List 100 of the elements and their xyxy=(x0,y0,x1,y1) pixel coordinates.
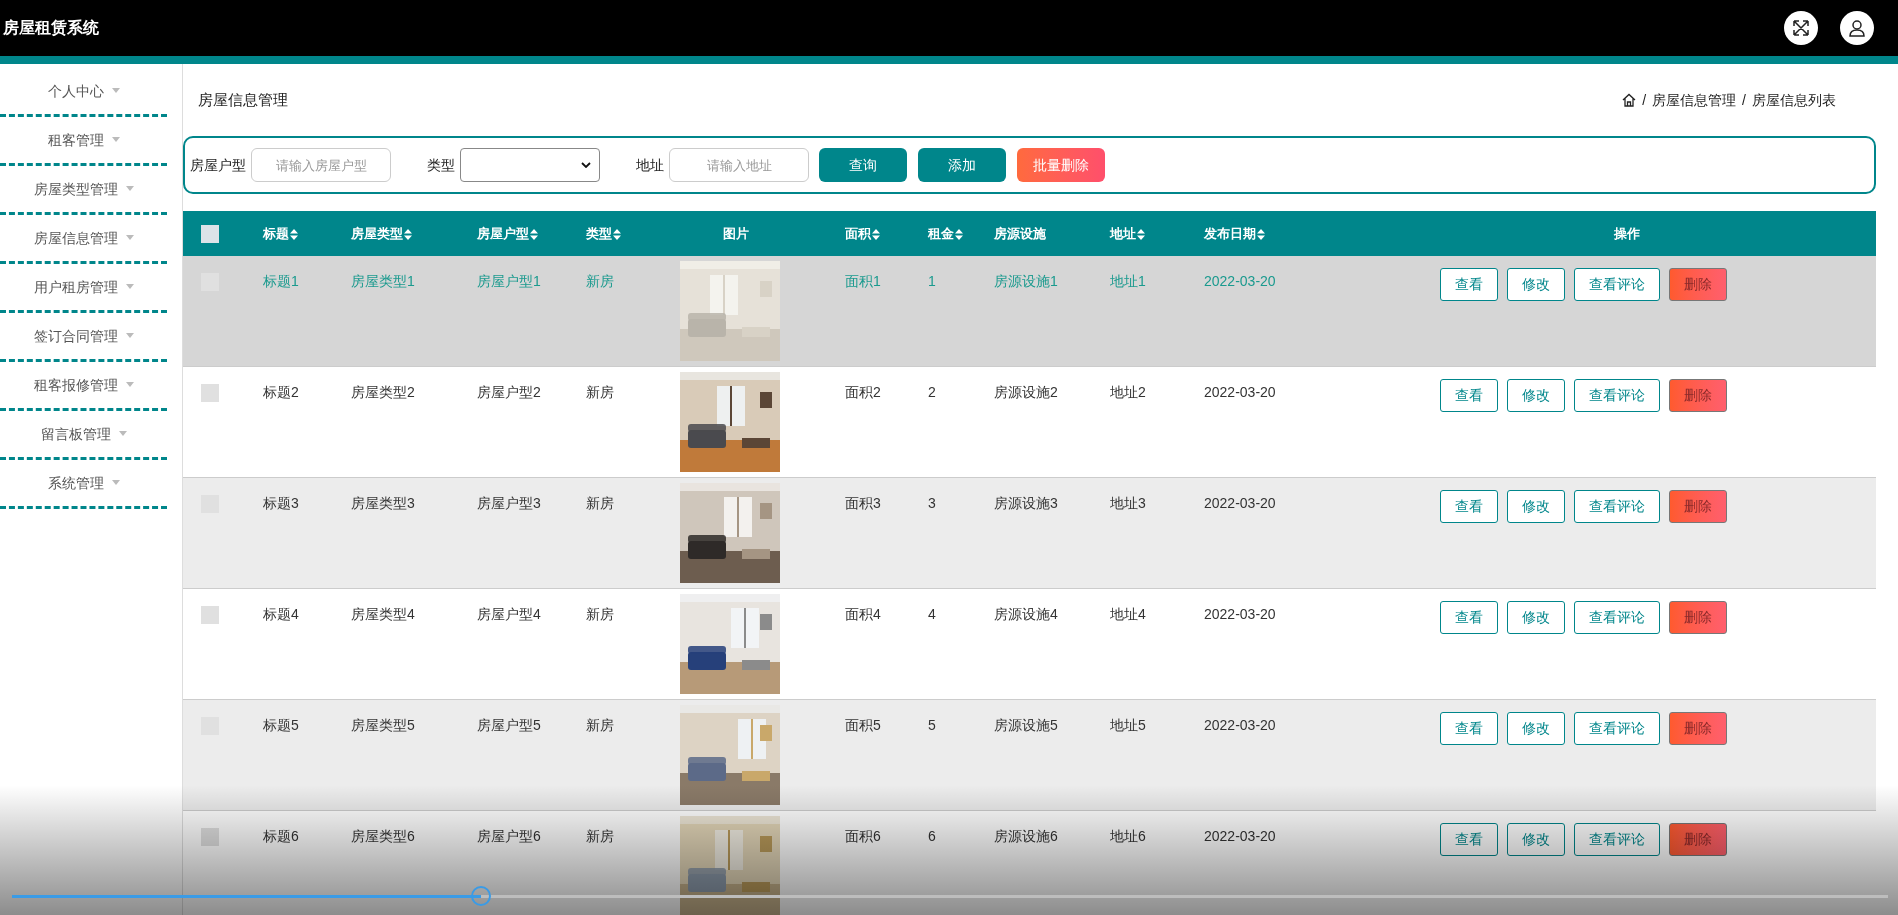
action-button[interactable]: 修改 xyxy=(1507,712,1565,745)
table-cell: 2022-03-20 xyxy=(1204,717,1276,733)
column-header[interactable]: 租金 xyxy=(928,225,963,241)
table-cell: 房屋类型1 xyxy=(351,273,415,289)
sort-icon[interactable] xyxy=(1257,228,1265,240)
column-header[interactable]: 房屋类型 xyxy=(351,225,412,241)
table-cell: 面积3 xyxy=(845,495,881,511)
table-cell: 1 xyxy=(928,273,936,289)
table-cell: 新房 xyxy=(586,828,614,844)
table-cell: 房屋类型5 xyxy=(351,717,415,733)
input-field[interactable]: 请输入房屋户型 xyxy=(251,148,391,182)
delete-button[interactable]: 删除 xyxy=(1669,712,1727,745)
sidebar-item[interactable]: 租客报修管理 xyxy=(33,374,134,396)
progress-thumb[interactable] xyxy=(471,886,491,906)
delete-button[interactable]: 删除 xyxy=(1669,823,1727,856)
delete-button[interactable]: 删除 xyxy=(1669,268,1727,301)
action-button[interactable]: 查看评论 xyxy=(1574,823,1660,856)
sidebar-item[interactable]: 系统管理 xyxy=(47,472,120,494)
progress-track[interactable] xyxy=(12,886,1888,906)
user-icon[interactable] xyxy=(1840,11,1874,45)
action-button[interactable]: 查看 xyxy=(1440,712,1498,745)
action-button[interactable]: 修改 xyxy=(1507,601,1565,634)
table-cell: 新房 xyxy=(586,717,614,733)
fullscreen-icon[interactable] xyxy=(1784,11,1818,45)
action-button[interactable]: 查看 xyxy=(1440,601,1498,634)
action-button[interactable]: 修改 xyxy=(1507,823,1565,856)
table-row[interactable]: 标题3 房屋类型3 房屋户型3 新房 面积3 3 房源设施3 地址3 2022-03-20 查看 修改 查看评论 删除 xyxy=(183,478,1876,589)
sidebar-item[interactable]: 房屋信息管理 xyxy=(33,227,134,249)
app-title: 房屋租赁系统 xyxy=(3,18,99,38)
sidebar-item[interactable]: 租客管理 xyxy=(47,129,120,151)
checkbox[interactable] xyxy=(201,606,219,624)
column-header[interactable]: 面积 xyxy=(845,225,880,241)
sidebar-item[interactable]: 签订合同管理 xyxy=(33,325,134,347)
table-cell: 地址1 xyxy=(1110,273,1146,289)
sort-icon[interactable] xyxy=(1137,228,1145,240)
column-header[interactable]: 标题 xyxy=(263,225,298,241)
action-button[interactable]: 查看评论 xyxy=(1574,268,1660,301)
action-button[interactable]: 查看评论 xyxy=(1574,601,1660,634)
action-button[interactable]: 查询 xyxy=(819,148,907,182)
table-cell: 标题1 xyxy=(263,273,299,289)
breadcrumb-item[interactable]: 房屋信息管理 xyxy=(1652,89,1737,111)
breadcrumb-item: 房屋信息列表 xyxy=(1752,90,1836,110)
sidebar-item[interactable]: 房屋类型管理 xyxy=(33,178,134,200)
breadcrumb-separator: / xyxy=(1742,90,1746,110)
column-header: 房源设施 xyxy=(994,225,1046,241)
column-header: 操作 xyxy=(1614,225,1640,241)
checkbox[interactable] xyxy=(201,224,219,243)
table-cell: 房源设施3 xyxy=(994,495,1058,511)
sort-icon[interactable] xyxy=(613,228,621,240)
table-cell: 房屋户型1 xyxy=(477,273,541,289)
sidebar-item[interactable]: 用户租房管理 xyxy=(33,276,134,298)
select-field[interactable] xyxy=(460,148,600,182)
column-header[interactable]: 发布日期 xyxy=(1204,225,1265,241)
column-header[interactable]: 地址 xyxy=(1110,225,1145,241)
table-cell: 房屋户型3 xyxy=(477,495,541,511)
table-cell: 新房 xyxy=(586,273,614,289)
table-cell: 面积2 xyxy=(845,384,881,400)
action-button[interactable]: 修改 xyxy=(1507,490,1565,523)
action-button[interactable]: 查看 xyxy=(1440,823,1498,856)
caret-icon xyxy=(125,234,134,240)
table-cell: 2022-03-20 xyxy=(1204,384,1276,400)
sort-icon[interactable] xyxy=(872,228,880,240)
sort-icon[interactable] xyxy=(530,228,538,240)
delete-button[interactable]: 删除 xyxy=(1669,601,1727,634)
action-button[interactable]: 修改 xyxy=(1507,268,1565,301)
action-button[interactable]: 添加 xyxy=(918,148,1006,182)
sort-icon[interactable] xyxy=(290,228,298,240)
checkbox[interactable] xyxy=(201,384,219,402)
sidebar-item[interactable]: 个人中心 xyxy=(47,80,120,102)
action-button[interactable]: 查看评论 xyxy=(1574,490,1660,523)
action-button[interactable]: 修改 xyxy=(1507,379,1565,412)
table-cell: 3 xyxy=(928,495,936,511)
home-icon[interactable] xyxy=(1622,93,1637,107)
table-row[interactable]: 标题5 房屋类型5 房屋户型5 新房 面积5 5 房源设施5 地址5 2022-03-20 查看 修改 查看评论 删除 xyxy=(183,700,1876,811)
sort-icon[interactable] xyxy=(404,228,412,240)
input-field[interactable]: 请输入地址 xyxy=(669,148,809,182)
table-cell: 地址2 xyxy=(1110,384,1146,400)
action-button[interactable]: 查看评论 xyxy=(1574,379,1660,412)
action-button[interactable]: 查看 xyxy=(1440,379,1498,412)
column-header: 图片 xyxy=(723,225,749,241)
column-header[interactable]: 房屋户型 xyxy=(477,225,538,241)
column-header[interactable]: 类型 xyxy=(586,225,621,241)
table-cell: 标题3 xyxy=(263,495,299,511)
table-cell: 标题6 xyxy=(263,828,299,844)
caret-icon xyxy=(111,136,120,142)
checkbox[interactable] xyxy=(201,828,219,846)
action-button[interactable]: 查看评论 xyxy=(1574,712,1660,745)
action-button[interactable]: 查看 xyxy=(1440,490,1498,523)
delete-button[interactable]: 批量删除 xyxy=(1017,148,1105,182)
caret-icon xyxy=(125,332,134,338)
sort-icon[interactable] xyxy=(955,228,963,240)
delete-button[interactable]: 删除 xyxy=(1669,490,1727,523)
table-row[interactable]: 标题1 房屋类型1 房屋户型1 新房 面积1 1 房源设施1 地址1 2022-03-20 查看 修改 查看评论 删除 xyxy=(183,256,1876,367)
action-button[interactable]: 查看 xyxy=(1440,268,1498,301)
page-title: 房屋信息管理 xyxy=(198,89,288,110)
delete-button[interactable]: 删除 xyxy=(1669,379,1727,412)
table-cell: 面积4 xyxy=(845,606,881,622)
table-cell: 6 xyxy=(928,828,936,844)
table-cell: 2022-03-20 xyxy=(1204,273,1276,289)
sidebar-item[interactable]: 留言板管理 xyxy=(40,423,127,445)
